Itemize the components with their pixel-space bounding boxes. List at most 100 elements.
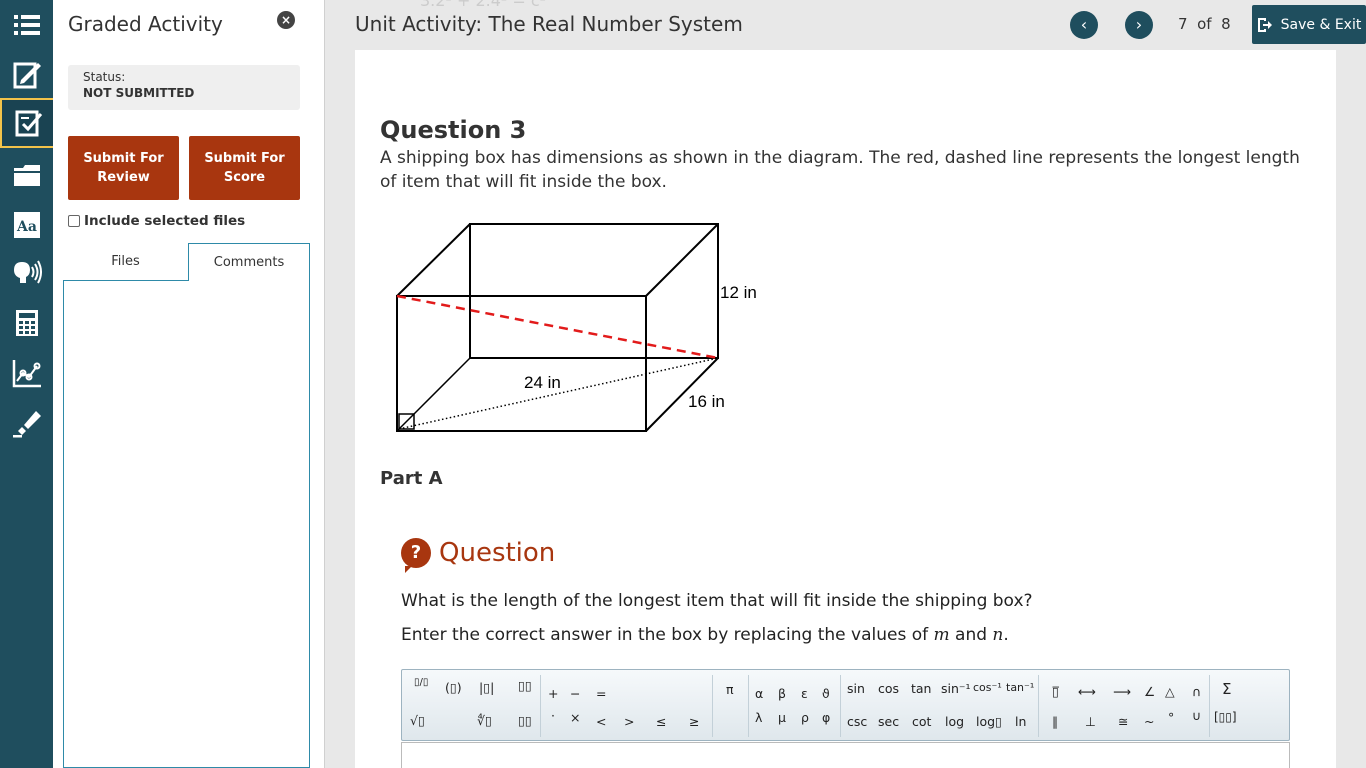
box-front-face	[396, 295, 647, 432]
degree-button[interactable]: °	[1168, 710, 1174, 725]
lambda-button[interactable]: λ	[755, 710, 762, 725]
comments-area[interactable]	[63, 281, 310, 768]
rho-button[interactable]: ρ	[801, 710, 809, 725]
toolbar-separator	[712, 675, 713, 737]
status-box: Status: NOT SUBMITTED	[68, 65, 300, 110]
union-button[interactable]: ∪	[1192, 708, 1201, 723]
width-label: 16 in	[688, 392, 725, 411]
math-toolbar: ▯/▯ (▯) |▯| ▯▯ √▯ ∜▯ ▯▯ + − = · × < > ≤ …	[401, 669, 1290, 741]
graph-icon[interactable]	[0, 348, 53, 398]
box-diagram: 12 in 24 in 16 in	[396, 223, 757, 432]
toolbar-separator	[748, 675, 749, 737]
instruction-part: .	[1003, 625, 1009, 645]
toolbar-separator	[540, 675, 541, 737]
beta-button[interactable]: β	[778, 686, 786, 701]
highlighter-icon[interactable]	[0, 398, 53, 448]
ray-button[interactable]: ⟶	[1113, 684, 1131, 699]
tab-comments[interactable]: Comments	[188, 243, 310, 281]
arccos-button[interactable]: cos⁻¹	[973, 681, 1002, 694]
line-button[interactable]: ⟷	[1078, 684, 1096, 699]
arctan-button[interactable]: tan⁻¹	[1006, 681, 1034, 694]
fraction-button[interactable]: ▯/▯	[414, 678, 428, 688]
minus-button[interactable]: −	[570, 686, 580, 701]
total-pages: 8	[1221, 15, 1231, 33]
scrolled-text: 3.2² + 2.4² = c²	[420, 0, 547, 10]
phi-button[interactable]: φ	[822, 710, 830, 725]
tan-button[interactable]: tan	[911, 681, 931, 696]
close-icon[interactable]: ×	[277, 11, 295, 29]
text-to-speech-icon[interactable]	[0, 248, 53, 298]
arcsin-button[interactable]: sin⁻¹	[941, 681, 971, 696]
toolbar-separator	[840, 675, 841, 737]
intersection-button[interactable]: ∩	[1192, 684, 1201, 699]
epsilon-button[interactable]: ε	[801, 686, 808, 701]
subscript-button[interactable]: ▯▯	[518, 713, 532, 728]
cot-button[interactable]: cot	[912, 714, 931, 729]
activity-header: 3.2² + 2.4² = c² Unit Activity: The Real…	[325, 0, 1366, 50]
variable-n: n	[992, 625, 1004, 645]
page-counter: 7 of 8	[1178, 15, 1231, 33]
sec-button[interactable]: sec	[878, 714, 899, 729]
plus-button[interactable]: +	[548, 686, 558, 701]
next-button[interactable]: ›	[1125, 11, 1153, 39]
edit-notes-icon[interactable]	[0, 50, 53, 100]
current-page: 7	[1178, 15, 1188, 33]
question-label: Question	[439, 538, 556, 568]
less-equal-button[interactable]: ≤	[656, 714, 666, 729]
matrix-button[interactable]: [▯▯]	[1214, 710, 1237, 724]
triangle-button[interactable]: △	[1165, 684, 1175, 699]
ln-button[interactable]: ln	[1015, 714, 1026, 729]
answer-input[interactable]	[401, 742, 1290, 768]
summation-button[interactable]: Σ	[1222, 680, 1231, 698]
parentheses-button[interactable]: (▯)	[445, 680, 462, 695]
folder-icon[interactable]	[0, 150, 53, 200]
congruent-button[interactable]: ≅	[1118, 714, 1128, 729]
log-base-button[interactable]: log▯	[976, 714, 1002, 729]
cos-button[interactable]: cos	[878, 681, 899, 696]
perpendicular-button[interactable]: ⊥	[1085, 714, 1096, 729]
sin-button[interactable]: sin	[847, 681, 865, 696]
menu-icon[interactable]	[0, 0, 53, 50]
submit-for-score-button[interactable]: Submit For Score	[189, 136, 300, 200]
parallel-button[interactable]: ∥	[1052, 714, 1058, 729]
box-edge	[396, 357, 471, 432]
alpha-button[interactable]: α	[755, 686, 763, 701]
similar-button[interactable]: ~	[1144, 714, 1154, 729]
question-content: Question 3 A shipping box has dimensions…	[355, 50, 1336, 768]
graded-activity-panel: Graded Activity × Status: NOT SUBMITTED …	[53, 0, 325, 768]
log-button[interactable]: log	[945, 714, 964, 729]
graded-activity-icon[interactable]	[0, 98, 64, 148]
overline-button[interactable]: ▯̅	[1052, 684, 1059, 699]
length-label: 24 in	[524, 373, 561, 392]
absolute-value-button[interactable]: |▯|	[479, 680, 494, 695]
calculator-icon[interactable]	[0, 298, 53, 348]
toolbar-separator	[1209, 675, 1210, 737]
square-root-button[interactable]: √▯	[410, 713, 425, 728]
dot-button[interactable]: ·	[551, 708, 555, 723]
prompt-text: What is the length of the longest item t…	[401, 591, 1033, 611]
question-heading: Question 3	[380, 116, 527, 144]
question-section-title: ? Question	[401, 538, 556, 573]
instruction-text: Enter the correct answer in the box by r…	[401, 625, 1009, 645]
pi-button[interactable]: π	[726, 682, 734, 697]
csc-button[interactable]: csc	[847, 714, 867, 729]
superscript-button[interactable]: ▯▯	[518, 678, 532, 693]
mu-button[interactable]: μ	[778, 710, 786, 725]
include-files-label: Include selected files	[84, 213, 246, 229]
save-exit-button[interactable]: Save & Exit	[1252, 5, 1366, 44]
angle-button[interactable]: ∠	[1144, 684, 1155, 699]
greater-than-button[interactable]: >	[624, 714, 634, 729]
greater-equal-button[interactable]: ≥	[689, 714, 699, 729]
times-button[interactable]: ×	[570, 710, 580, 725]
include-files-checkbox[interactable]	[68, 215, 80, 227]
panel-title: Graded Activity	[68, 12, 223, 36]
less-than-button[interactable]: <	[596, 714, 606, 729]
equals-button[interactable]: =	[596, 686, 606, 701]
submit-for-review-button[interactable]: Submit For Review	[68, 136, 179, 200]
previous-button[interactable]: ‹	[1070, 11, 1098, 39]
toolbar-separator	[1038, 675, 1039, 737]
dictionary-icon[interactable]: Aa	[0, 200, 53, 250]
nth-root-button[interactable]: ∜▯	[477, 713, 492, 728]
theta-button[interactable]: ϑ	[822, 686, 830, 701]
tab-files[interactable]: Files	[63, 243, 188, 281]
